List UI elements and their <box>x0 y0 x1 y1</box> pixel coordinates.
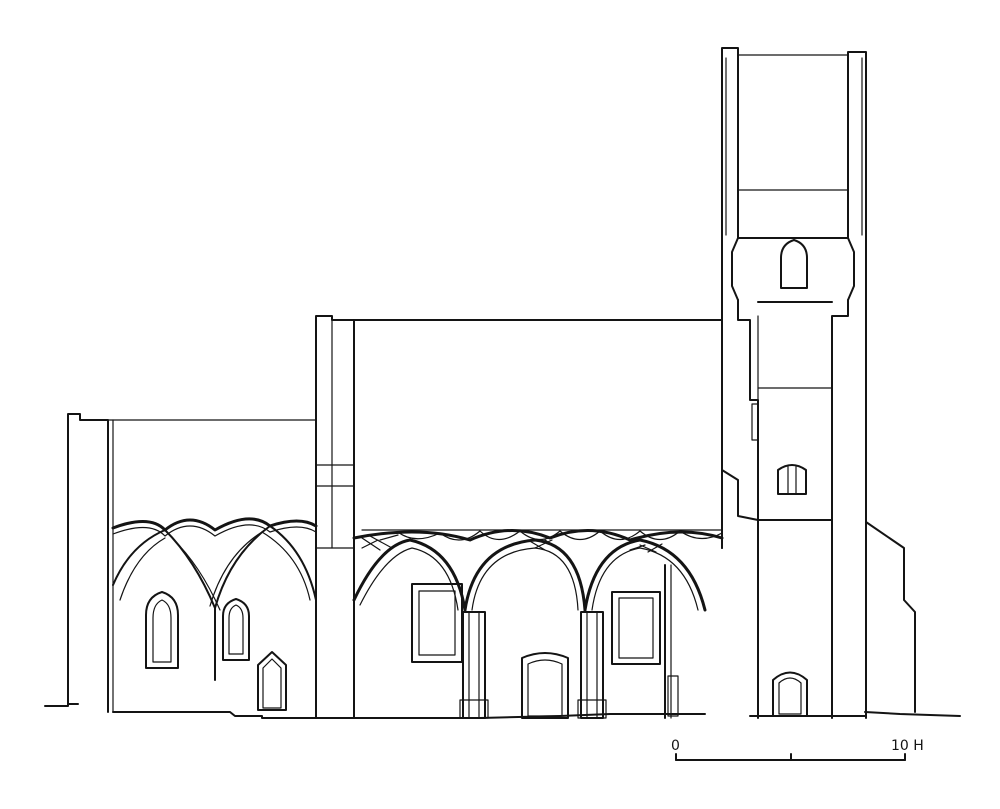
central-buttress <box>315 315 355 719</box>
nave-wall <box>353 319 723 549</box>
ground-line <box>44 703 961 719</box>
west-bay-vaults <box>111 517 318 681</box>
scale-end-label: 10 H <box>891 738 924 754</box>
church-section-drawing: 0 10 H <box>44 47 961 761</box>
nave-vaults <box>352 529 724 612</box>
scale-start-label: 0 <box>671 738 680 754</box>
tower <box>721 47 916 719</box>
nave-openings <box>411 583 661 719</box>
scale-bar: 0 10 H <box>671 738 924 761</box>
